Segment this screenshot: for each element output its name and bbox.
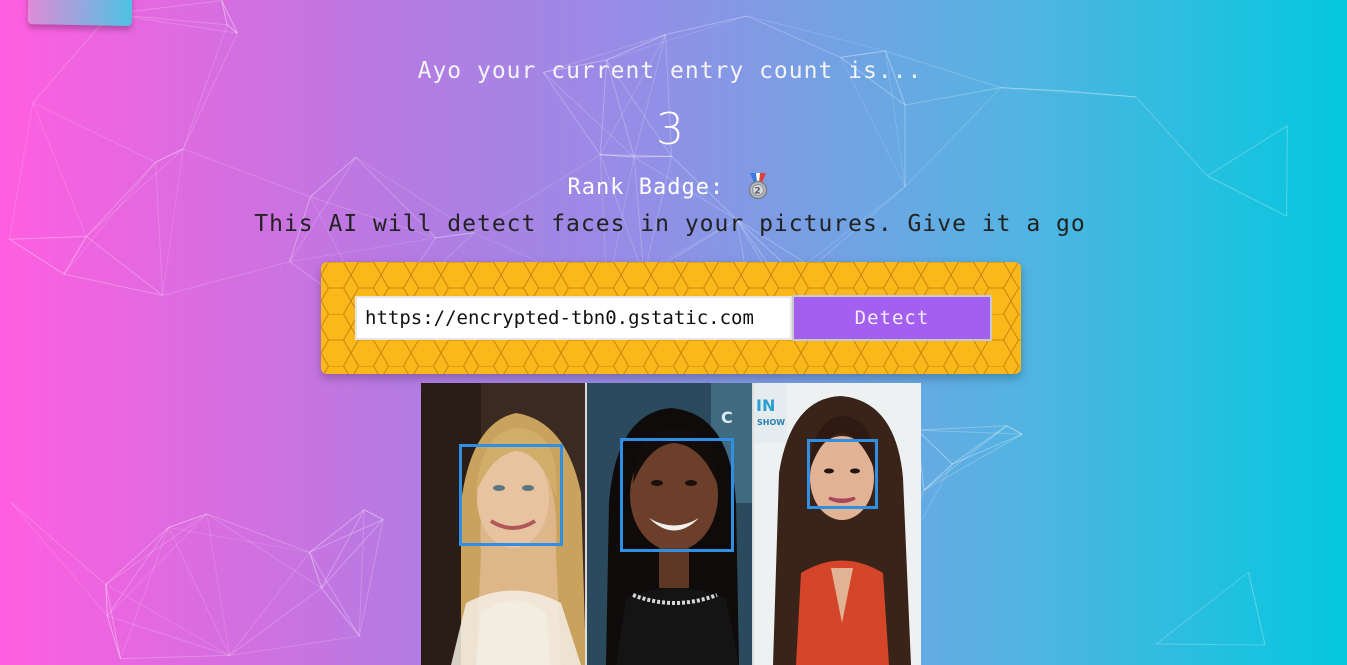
- svg-text:IN: IN: [756, 396, 775, 415]
- entry-count-intro: Ayo your current entry count is...: [417, 58, 923, 84]
- face-box-3: [807, 439, 878, 509]
- svg-text:SHOW: SHOW: [757, 418, 785, 427]
- url-form-panel: Detect: [321, 262, 1021, 374]
- photo-brunette-woman: IN SHOW: [753, 383, 921, 665]
- detect-button[interactable]: Detect: [792, 295, 992, 341]
- medal-icon: 2: [744, 172, 772, 200]
- face-box-2: [620, 438, 734, 552]
- logo[interactable]: [27, 0, 133, 26]
- entry-count-value: 3: [656, 104, 684, 155]
- svg-text:C: C: [721, 408, 733, 427]
- rank-badge-row: Rank Badge: 2: [0, 172, 1340, 200]
- image-url-input[interactable]: [355, 296, 792, 340]
- app-description: This AI will detect faces in your pictur…: [254, 211, 1086, 237]
- face-box-1: [459, 444, 563, 546]
- svg-text:2: 2: [755, 187, 762, 197]
- result-image: C IN SHOW: [421, 383, 921, 665]
- rank-badge-label: Rank Badge:: [567, 175, 725, 200]
